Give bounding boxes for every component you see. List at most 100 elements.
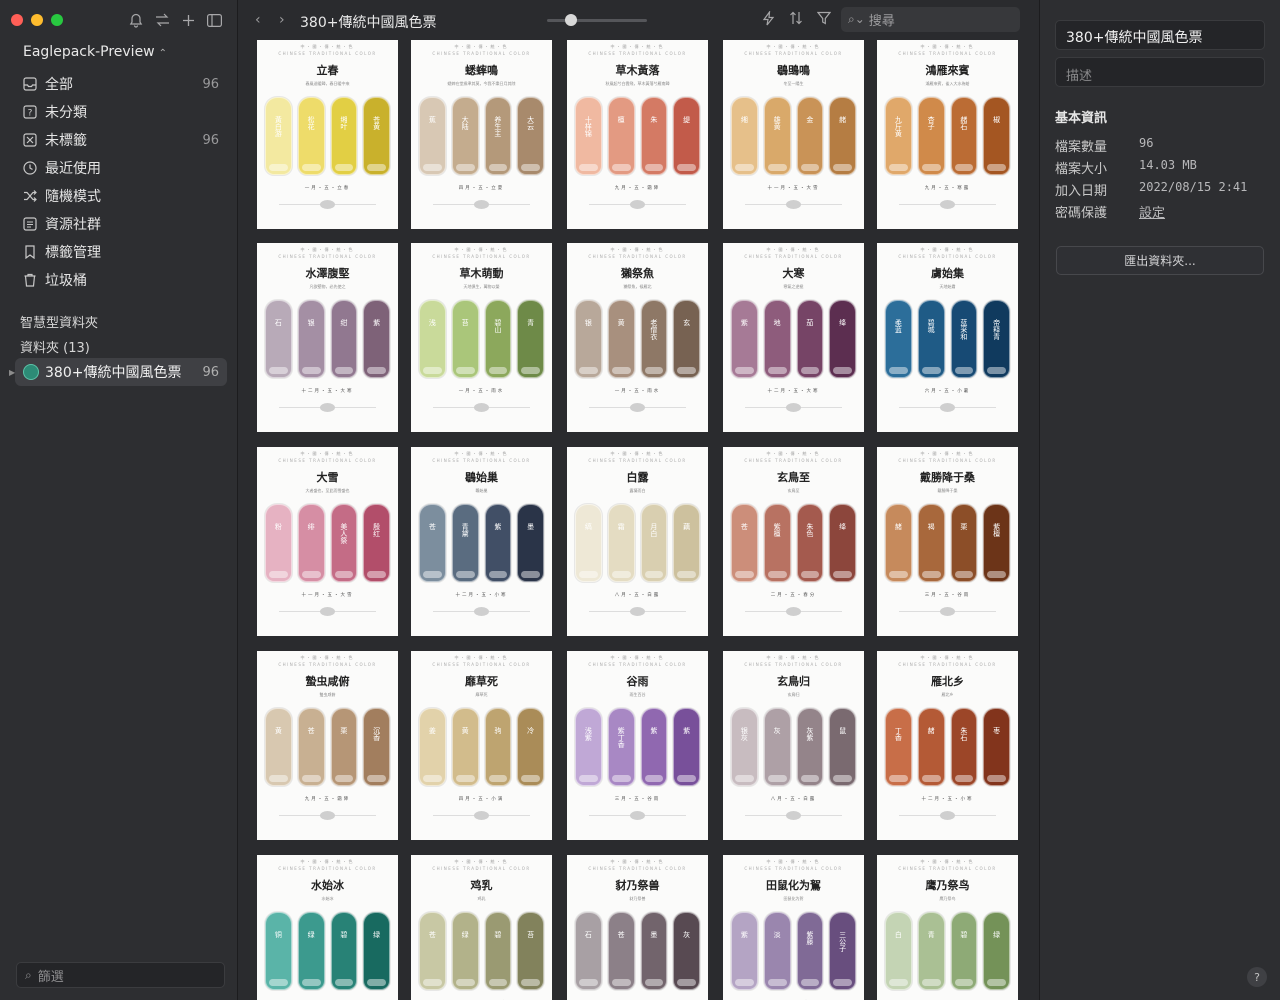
color-card-thumbnail[interactable]: 中・國・傳・統・色 CHINESE TRADITIONAL COLOR 蟄虫咸俯 蟄虫…	[257, 651, 398, 840]
color-card-thumbnail[interactable]: 中・國・傳・統・色 CHINESE TRADITIONAL COLOR 水澤腹堅 凡欲…	[257, 243, 398, 432]
color-card-thumbnail[interactable]: 中・國・傳・統・色 CHINESE TRADITIONAL COLOR 玄鳥至 玄鳥至…	[723, 447, 864, 636]
card-subtitle: 玄鳥归	[787, 692, 800, 697]
color-swatch: 玄	[673, 300, 700, 378]
library-switcher[interactable]: Eaglepack-Preview ⌃	[23, 44, 167, 60]
color-card-thumbnail[interactable]: 中・國・傳・統・色 CHINESE TRADITIONAL COLOR 白露 露凝而白…	[567, 447, 708, 636]
card-seal	[474, 811, 489, 820]
color-swatch: 浅紫	[575, 708, 602, 786]
close-window-button[interactable]	[11, 14, 23, 26]
swatch-ornament	[921, 571, 941, 578]
swatch-ornament	[367, 571, 386, 578]
swatch-ornament	[735, 164, 754, 171]
color-swatch: 缟	[575, 504, 602, 582]
help-button[interactable]: ?	[1247, 967, 1267, 987]
sidebar-toggle-icon[interactable]	[206, 11, 222, 29]
swatch-name: 碧城	[927, 319, 936, 333]
card-title: 靡草死	[465, 675, 498, 688]
export-folder-button[interactable]: 匯出資料夾...	[1056, 246, 1264, 275]
swatch-name: 朱	[649, 116, 658, 123]
color-card-thumbnail[interactable]: 中・國・傳・統・色 CHINESE TRADITIONAL COLOR 玄鳥归 玄鳥归…	[723, 651, 864, 840]
back-arrow-icon[interactable]: ‹	[255, 12, 261, 28]
color-card-thumbnail[interactable]: 中・國・傳・統・色 CHINESE TRADITIONAL COLOR 大雪 大者盛也…	[257, 447, 398, 636]
thumbnail-size-slider[interactable]	[547, 14, 647, 26]
sidebar: Eaglepack-Preview ⌃ 全部 96 ? 未分類 未標籤 96 最近…	[0, 0, 238, 1000]
color-card-thumbnail[interactable]: 中・國・傳・統・色 CHINESE TRADITIONAL COLOR 田鼠化为鴽田…	[723, 855, 864, 1000]
sidebar-item-random[interactable]: 隨機模式	[15, 182, 227, 210]
color-card-thumbnail[interactable]: 中・國・傳・統・色 CHINESE TRADITIONAL COLOR 鶡始巢 鶡始巢…	[411, 447, 552, 636]
slider-knob[interactable]	[564, 14, 577, 26]
swatch-ornament	[423, 367, 442, 374]
search-input[interactable]: ⌕⌄ 搜尋	[841, 7, 1020, 32]
color-card-thumbnail[interactable]: 中・國・傳・統・色 CHINESE TRADITIONAL COLOR 獺祭魚 獺祭魚…	[567, 243, 708, 432]
bell-icon[interactable]	[128, 11, 144, 29]
color-swatch: 碧	[484, 912, 512, 990]
card-header-en: CHINESE TRADITIONAL COLOR	[278, 254, 377, 259]
card-header-en: CHINESE TRADITIONAL COLOR	[432, 866, 531, 871]
disclosure-triangle-icon[interactable]: ▶	[9, 368, 15, 377]
shuffle-icon	[23, 189, 37, 203]
filter-funnel-icon[interactable]	[816, 11, 832, 30]
sidebar-item-untagged[interactable]: 未標籤 96	[15, 126, 227, 154]
swatch-name: 苍	[617, 931, 626, 938]
color-card-thumbnail[interactable]: 中・國・傳・統・色 CHINESE TRADITIONAL COLOR 鹰乃祭鸟 鹰乃…	[877, 855, 1018, 1000]
color-card-thumbnail[interactable]: 中・國・傳・統・色 CHINESE TRADITIONAL COLOR 蟋蟀鳴 蟋蟀在…	[411, 40, 552, 229]
description-field[interactable]: 描述	[1055, 57, 1265, 87]
color-card-thumbnail[interactable]: 中・國・傳・統・色 CHINESE TRADITIONAL COLOR 大寒 寒氣之逆…	[723, 243, 864, 432]
color-swatch: 苍	[297, 708, 325, 786]
card-subtitle: 天地始肅	[939, 284, 956, 289]
sidebar-item-uncategorized[interactable]: ? 未分類	[15, 98, 227, 126]
sidebar-item-recent[interactable]: 最近使用	[15, 154, 227, 182]
swatch-ornament	[833, 367, 852, 374]
sidebar-item-trash[interactable]: 垃圾桶	[15, 266, 227, 294]
folder-item-active[interactable]: ▶ 380+傳統中國風色票 96	[9, 358, 227, 386]
minimize-window-button[interactable]	[31, 14, 43, 26]
folder-title: 380+傳統中國風色票	[300, 15, 437, 31]
smart-folders-heading[interactable]: 智慧型資料夾	[20, 312, 98, 331]
swatch-name: 松花	[307, 116, 316, 130]
forward-arrow-icon[interactable]: ›	[279, 12, 285, 28]
flash-icon[interactable]	[762, 9, 775, 30]
swatch-ornament	[367, 164, 386, 171]
sidebar-item-community[interactable]: 資源社群	[15, 210, 227, 238]
color-swatch: 黃白游	[265, 97, 292, 175]
sidebar-item-tag-manager[interactable]: 標籤管理	[15, 238, 227, 266]
swatch-ornament	[301, 164, 321, 171]
color-swatch: 缇	[673, 97, 700, 175]
inspector-panel: 380+傳統中國風色票 描述 基本資訊 檔案數量 96 檔案大小 14.03 M…	[1039, 0, 1280, 1000]
folders-heading[interactable]: 資料夾 (13)	[20, 337, 90, 356]
card-title: 鸡乳	[470, 879, 493, 892]
color-card-thumbnail[interactable]: 中・國・傳・統・色 CHINESE TRADITIONAL COLOR 雁北乡 雁北乡…	[877, 651, 1018, 840]
color-card-thumbnail[interactable]: 中・國・傳・統・色 CHINESE TRADITIONAL COLOR 立春 春風送暖…	[257, 40, 398, 229]
color-card-thumbnail[interactable]: 中・國・傳・統・色 CHINESE TRADITIONAL COLOR 虜始集 天地始…	[877, 243, 1018, 432]
color-swatch: 灰	[673, 912, 700, 990]
sidebar-item-all[interactable]: 全部 96	[15, 70, 227, 98]
swatch-ornament	[423, 164, 442, 171]
color-card-thumbnail[interactable]: 中・國・傳・統・色 CHINESE TRADITIONAL COLOR 草木萌動 天地…	[411, 243, 552, 432]
swatch-name: 苔	[526, 931, 535, 938]
swatch-ornament	[767, 367, 787, 374]
color-card-thumbnail[interactable]: 中・國・傳・統・色 CHINESE TRADITIONAL COLOR 豺乃祭兽 豺乃…	[567, 855, 708, 1000]
swatch-ornament	[455, 164, 475, 171]
color-card-thumbnail[interactable]: 中・國・傳・統・色 CHINESE TRADITIONAL COLOR 水始冰 水始冰…	[257, 855, 398, 1000]
color-card-thumbnail[interactable]: 中・國・傳・統・色 CHINESE TRADITIONAL COLOR 草木黃落 秋風…	[567, 40, 708, 229]
color-swatch: 苍	[419, 912, 446, 990]
folder-name-field[interactable]: 380+傳統中國風色票	[1055, 20, 1265, 50]
color-card-thumbnail[interactable]: 中・國・傳・統・色 CHINESE TRADITIONAL COLOR 谷雨 雨生百谷…	[567, 651, 708, 840]
color-card-thumbnail[interactable]: 中・國・傳・統・色 CHINESE TRADITIONAL COLOR 戴勝降于桑戴…	[877, 447, 1018, 636]
card-date: 一月・五・雨水	[458, 389, 505, 394]
color-card-thumbnail[interactable]: 中・國・傳・統・色 CHINESE TRADITIONAL COLOR 鶡鴠鳴 冬至一…	[723, 40, 864, 229]
swatch-row: 银灰 灰 灰紫 鼠	[731, 708, 856, 786]
sync-icon[interactable]	[154, 11, 170, 29]
password-set-link[interactable]: 設定	[1139, 202, 1165, 221]
card-subtitle: 戴勝降于桑	[937, 488, 958, 493]
sort-icon[interactable]	[789, 11, 803, 30]
card-title: 鴻雁來賓	[925, 64, 970, 77]
filter-input[interactable]: ⌕ 篩選	[16, 962, 225, 988]
color-card-thumbnail[interactable]: 中・國・傳・統・色 CHINESE TRADITIONAL COLOR 鴻雁來賓 鴻雁…	[877, 40, 1018, 229]
color-card-thumbnail[interactable]: 中・國・傳・統・色 CHINESE TRADITIONAL COLOR 鸡乳 鸡乳苍绿…	[411, 855, 552, 1000]
zoom-window-button[interactable]	[51, 14, 63, 26]
add-icon[interactable]	[180, 11, 196, 29]
color-card-thumbnail[interactable]: 中・國・傳・統・色 CHINESE TRADITIONAL COLOR 靡草死 靡草死…	[411, 651, 552, 840]
swatch-name: 黃白游	[274, 116, 283, 137]
card-title: 玄鳥至	[777, 471, 810, 484]
